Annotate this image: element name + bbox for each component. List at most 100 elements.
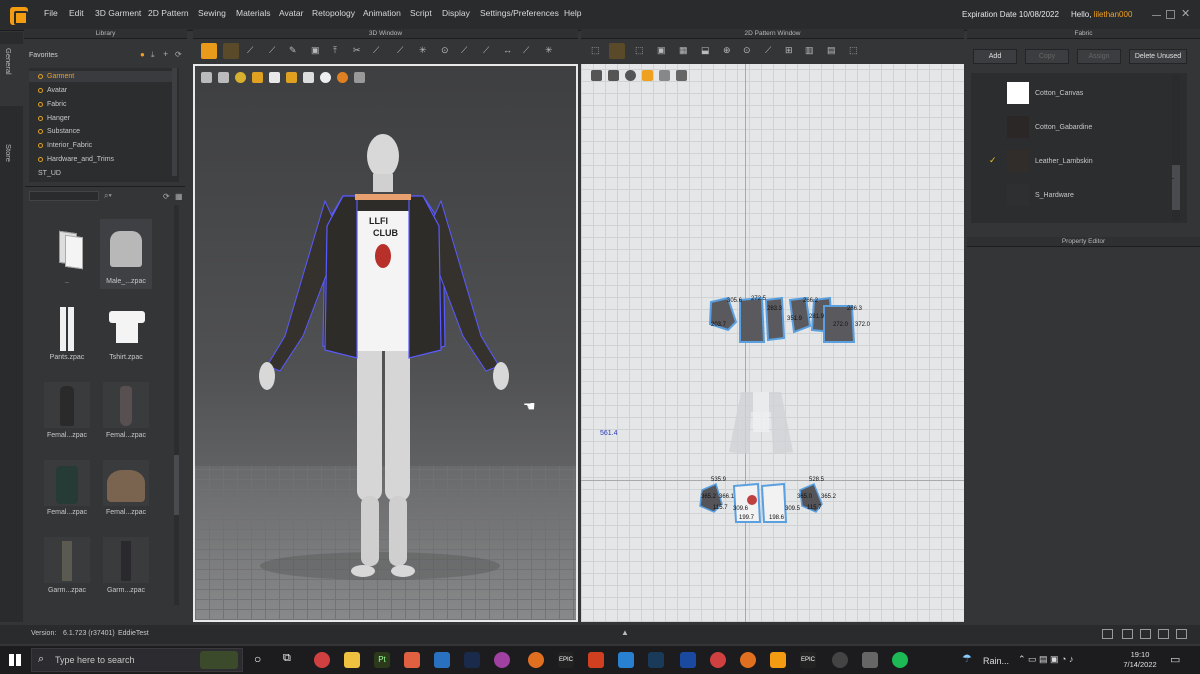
username[interactable]: lilethan000 [1094, 10, 1133, 19]
layout-icon[interactable] [1122, 629, 1133, 639]
menu-settings[interactable]: Settings/Preferences [480, 8, 559, 18]
female-thumb[interactable] [44, 460, 90, 506]
tool-icon[interactable]: ✎ [289, 45, 297, 56]
texture-surface-icon[interactable] [252, 72, 263, 83]
tool-icon[interactable]: ⟋ [523, 45, 529, 56]
fabric-delete-unused-button[interactable]: Delete Unused [1129, 49, 1187, 64]
pants-thumb[interactable] [44, 305, 90, 351]
menu-edit[interactable]: Edit [69, 8, 84, 18]
menu-materials[interactable]: Materials [236, 8, 270, 18]
app-icon[interactable] [862, 652, 878, 668]
lighting-icon[interactable] [337, 72, 348, 83]
layout-icon[interactable] [1102, 629, 1113, 639]
tool-icon[interactable]: ▣ [311, 45, 320, 56]
grid-view-icon[interactable]: ▦ [175, 192, 183, 201]
edit-pattern-icon[interactable] [609, 43, 625, 59]
fabric-item[interactable]: S_Hardware [971, 179, 1174, 213]
fabric-assign-button[interactable]: Assign [1077, 49, 1121, 64]
tool-icon[interactable]: ⊞ [785, 45, 793, 56]
library-item-hardware[interactable]: Hardware_and_Trims [38, 156, 114, 163]
select-mesh-tool-icon[interactable] [223, 43, 239, 59]
camera-icon[interactable] [354, 72, 365, 83]
window3d-viewport[interactable]: LLFI CLUB ☚ [193, 64, 578, 622]
tool-icon[interactable]: ⟋ [483, 45, 489, 56]
steam-icon[interactable] [648, 652, 664, 668]
tool-icon[interactable]: ⬚ [849, 45, 858, 56]
office-icon[interactable] [588, 652, 604, 668]
menu-3d-garment[interactable]: 3D Garment [95, 8, 141, 18]
search-highlight-icon[interactable] [200, 651, 238, 669]
avatar-model[interactable]: LLFI CLUB [245, 126, 535, 586]
weather-icon[interactable]: ☂ [962, 652, 972, 665]
pattern-display-icon[interactable] [591, 70, 602, 81]
store-icon[interactable] [404, 652, 420, 668]
window2d-viewport[interactable]: 561.4 203.7 305.6 272.5 266.2 286.3 372.… [581, 64, 964, 622]
windows-start-icon[interactable] [9, 654, 21, 666]
chrome-icon[interactable] [710, 652, 726, 668]
garment-thumb[interactable] [103, 537, 149, 583]
garment-thumb[interactable] [44, 537, 90, 583]
clo-logo-icon[interactable] [10, 7, 28, 25]
tool-icon[interactable]: ↔ [503, 45, 512, 55]
epic-games-icon[interactable]: EPIC [558, 652, 574, 668]
fabric-item[interactable]: Cotton_Canvas [971, 77, 1174, 111]
app-icon[interactable] [494, 652, 510, 668]
steam-icon[interactable] [464, 652, 480, 668]
app-icon[interactable] [832, 652, 848, 668]
tool-icon[interactable]: ⊕ [723, 45, 731, 56]
female-thumb[interactable] [44, 382, 90, 428]
female-thumb[interactable] [103, 460, 149, 506]
library-item-substance[interactable]: Substance [38, 128, 80, 135]
pattern-pieces-bottom[interactable] [698, 480, 838, 526]
library-scrollbar[interactable] [174, 205, 179, 605]
sphere-icon[interactable] [320, 72, 331, 83]
maximize-button[interactable] [1166, 10, 1175, 19]
tool-icon[interactable]: ⬓ [701, 45, 710, 56]
tool-icon[interactable]: ⬚ [591, 45, 600, 56]
menu-display[interactable]: Display [442, 8, 470, 18]
library-item-garment[interactable]: Garment [38, 73, 74, 80]
library-item-avatar[interactable]: Avatar [38, 87, 67, 94]
blender-icon[interactable] [528, 652, 544, 668]
tshirt-thumb[interactable] [103, 305, 149, 351]
layout-icon[interactable] [1158, 629, 1169, 639]
tool-icon[interactable]: ⟋ [373, 45, 379, 56]
tool-icon[interactable]: ⟋ [269, 45, 275, 56]
tool-icon[interactable]: ▤ [827, 45, 836, 56]
close-icon[interactable]: ✕ [1181, 7, 1190, 20]
fabric-add-button[interactable]: Add [973, 49, 1017, 64]
chevron-up-icon[interactable]: ▲ [621, 628, 629, 637]
tool-icon[interactable]: ⊙ [743, 45, 751, 56]
library-item-interior-fabric[interactable]: Interior_Fabric [38, 142, 92, 149]
folder-thumb[interactable] [53, 228, 99, 274]
tool-icon[interactable]: ⟋ [247, 45, 253, 56]
spotify-icon[interactable] [892, 652, 908, 668]
menu-animation[interactable]: Animation [363, 8, 401, 18]
texture-icon[interactable] [235, 72, 246, 83]
menu-help[interactable]: Help [564, 8, 581, 18]
garment-icon[interactable] [218, 72, 229, 83]
avatar-display-icon[interactable] [269, 72, 280, 83]
menu-retopology[interactable]: Retopology [312, 8, 355, 18]
tool-icon[interactable]: ⟋ [397, 45, 403, 56]
cortana-icon[interactable]: ○ [254, 652, 261, 666]
avatar-icon[interactable] [201, 72, 212, 83]
taskbar-clock[interactable]: 19:10 7/14/2022 [1120, 650, 1160, 670]
file-explorer-icon[interactable] [344, 652, 360, 668]
tab-general[interactable]: General [4, 48, 13, 75]
task-view-icon[interactable]: ⧉ [283, 652, 291, 665]
library-item-hanger[interactable]: Hanger [38, 115, 70, 122]
library-item-fabric[interactable]: Fabric [38, 101, 66, 108]
pattern-display-icon[interactable] [625, 70, 636, 81]
female-thumb[interactable] [103, 382, 149, 428]
layout-icon[interactable] [1140, 629, 1151, 639]
library-item-st-ud[interactable]: ST_UD [38, 170, 61, 177]
tab-store[interactable]: Store [4, 144, 13, 162]
tray-icons[interactable]: ⌃ ▭ ▤ ▣ ◔ ♪ [1018, 654, 1074, 665]
tool-icon[interactable]: ⟋ [765, 45, 771, 56]
tool-icon[interactable]: ✳ [419, 45, 427, 56]
notification-icon[interactable]: ▭ [1170, 653, 1180, 666]
menu-file[interactable]: File [44, 8, 58, 18]
library-search-input[interactable] [29, 191, 99, 201]
photoshop-icon[interactable]: Pt [374, 652, 390, 668]
